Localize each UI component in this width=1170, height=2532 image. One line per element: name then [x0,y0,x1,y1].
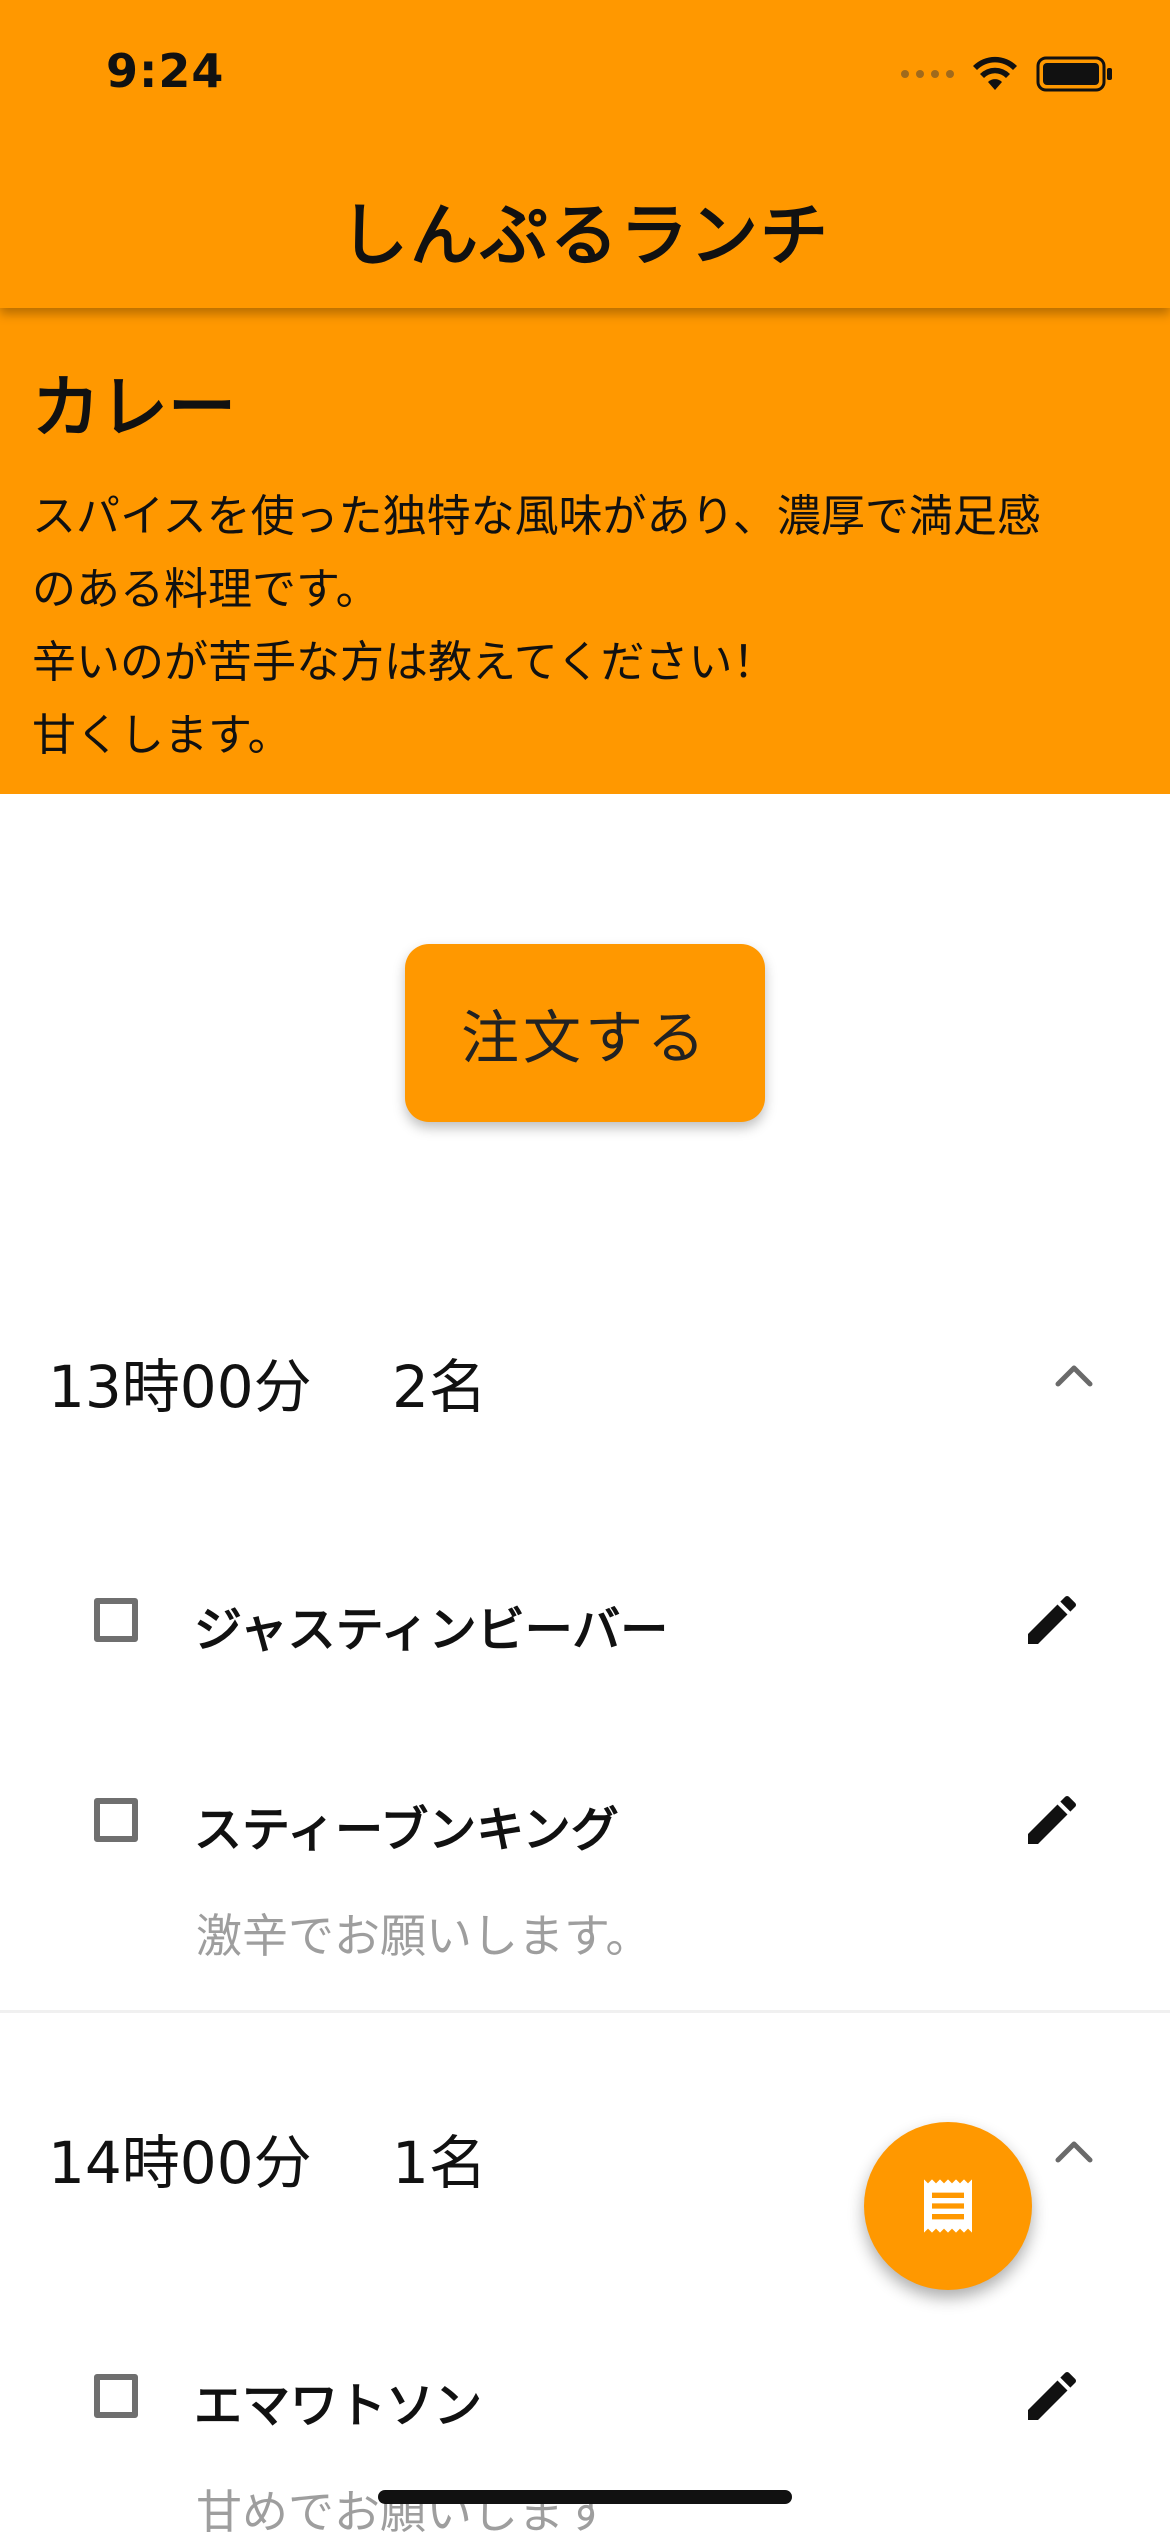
person-name: スティーブンキング [194,1802,619,1858]
chevron-up-icon[interactable] [1050,1352,1098,1400]
menu-description: スパイスを使った独特な風味があり、濃厚で満足感 のある料理です。 辛いのが苦手な… [32,491,1041,761]
menu-banner: カレー スパイスを使った独特な風味があり、濃厚で満足感 のある料理です。 辛いの… [0,308,1170,794]
app-title: しんぷるランチ [339,197,830,276]
time-slot-time: 14時00分 [48,2129,312,2197]
receipt-icon [924,2179,972,2233]
edit-icon[interactable] [1020,1788,1084,1852]
time-slot-time: 13時00分 [48,1353,312,1421]
edit-icon[interactable] [1020,2364,1084,2428]
order-checkbox[interactable] [94,1598,138,1642]
receipt-fab-button[interactable] [864,2122,1032,2290]
order-note: 甘めでお願いします [196,2485,610,2532]
list-item: スティーブンキング [0,1768,1170,1878]
time-slot-count: 1名 [392,2129,487,2197]
divider [0,2010,1170,2013]
order-checkbox[interactable] [94,1798,138,1842]
person-name: エマワトソン [194,2378,483,2434]
app-bar: 9:24 しんぷるランチ [0,0,1170,308]
home-indicator [378,2490,792,2504]
edit-icon[interactable] [1020,1588,1084,1652]
battery-icon [1036,56,1112,92]
chevron-up-icon[interactable] [1050,2128,1098,2176]
menu-name: カレー [32,369,237,448]
order-note: 激辛でお願いします。 [196,1909,652,1963]
time-slot-header[interactable]: 13時00分 2名 [0,1308,1170,1438]
status-time: 9:24 [106,44,225,98]
cellular-signal-icon [901,70,954,78]
order-button[interactable]: 注文する [405,944,765,1122]
person-name: ジャスティンビーバー [194,1602,669,1658]
screen: 9:24 しんぷるランチ カレー スパイスを使った独特な風味があり、濃厚で満足感… [0,0,1170,2532]
time-slot-count: 2名 [392,1353,487,1421]
status-icons [901,52,1114,96]
order-checkbox[interactable] [94,2374,138,2418]
list-item: エマワトソン [0,2344,1170,2454]
list-item: ジャスティンビーバー [0,1568,1170,1678]
wifi-icon [973,56,1017,90]
